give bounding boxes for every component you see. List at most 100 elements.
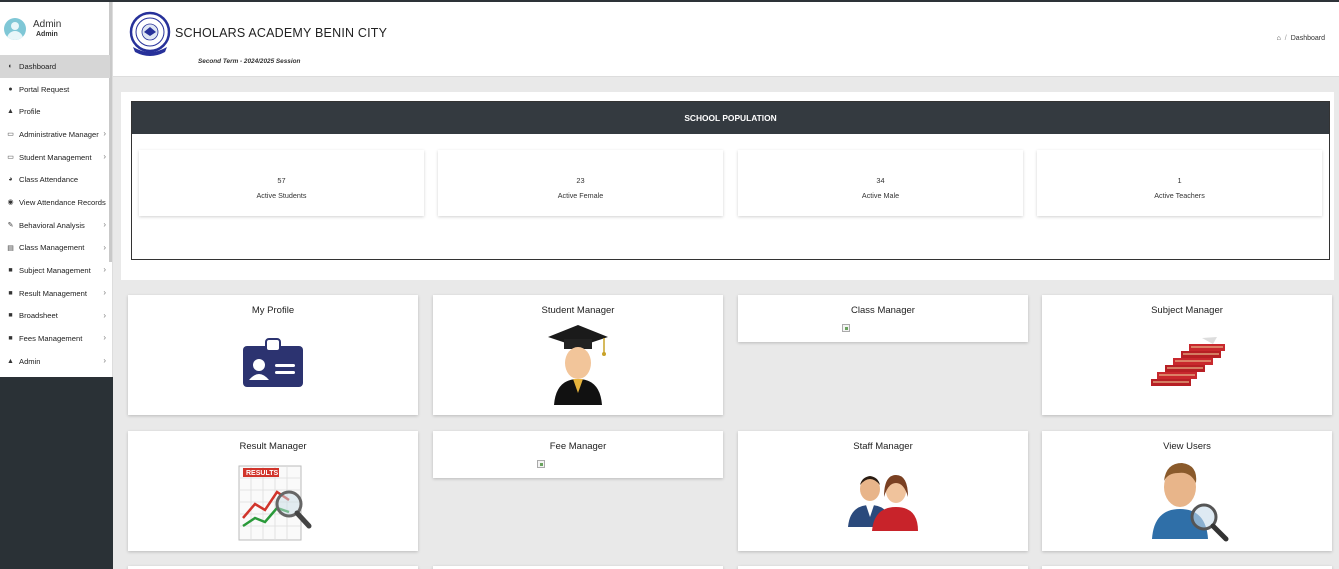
book-icon: ■ — [8, 335, 13, 343]
user-role: Admin — [36, 31, 58, 38]
file-icon: ■ — [8, 267, 13, 275]
user-icon: ▲ — [7, 357, 14, 365]
sidebar-item-label: View Attendance Records — [19, 197, 106, 207]
sidebar-item-portal-request[interactable]: ● Portal Request — [0, 78, 110, 101]
stat-card: 23 Active Female — [438, 150, 723, 216]
broken-image-icon — [842, 324, 850, 332]
pie-chart-icon: ◕ — [8, 176, 13, 184]
card-subject-manager[interactable]: Subject Manager — [1042, 295, 1332, 415]
sidebar-item-admin[interactable]: ▲ Admin › — [0, 350, 110, 373]
chat-icon: ● — [8, 85, 13, 93]
broken-image-icon — [537, 460, 545, 468]
results-chart-icon: RESULTS — [238, 465, 312, 541]
school-name: SCHOLARS ACADEMY BENIN CITY — [175, 26, 388, 40]
laptop-icon: ▭ — [7, 131, 14, 139]
chevron-right-icon: › — [103, 265, 106, 275]
sidebar-item-label: Fees Management — [19, 334, 83, 344]
sidebar-item-label: Class Attendance — [19, 175, 79, 185]
card-title: Class Manager — [851, 305, 915, 316]
stat-label: Active Students — [256, 191, 307, 200]
card-title: Student Manager — [541, 305, 615, 316]
sidebar-item-label: Profile — [19, 107, 41, 117]
books-icon — [1151, 337, 1225, 386]
card-result-manager[interactable]: Result Manager RESULTS — [128, 431, 418, 551]
sidebar-item-label: Portal Request — [19, 84, 70, 94]
chevron-right-icon: › — [103, 242, 106, 252]
population-panel: SCHOOL POPULATION 57 Active Students 23 … — [131, 101, 1330, 260]
chevron-right-icon: › — [103, 151, 106, 161]
sidebar-item-broadsheet[interactable]: ■ Broadsheet › — [0, 305, 110, 328]
card-title: Fee Manager — [549, 441, 607, 452]
card-student-manager[interactable]: Student Manager — [433, 295, 723, 415]
home-icon[interactable]: ⌂ — [1277, 35, 1281, 42]
card-title: Result Manager — [239, 441, 307, 452]
sidebar-item-label: Behavioral Analysis — [19, 220, 85, 230]
sidebar-item-class-management[interactable]: ▤ Class Management › — [0, 237, 110, 260]
book-icon: ■ — [8, 312, 13, 320]
avatar — [4, 18, 26, 40]
sidebar-item-view-attendance-records[interactable]: ◉ View Attendance Records — [0, 191, 110, 214]
laptop-icon: ▭ — [7, 154, 14, 162]
breadcrumb: ⌂ / Dashboard — [1277, 35, 1325, 42]
stat-value: 34 — [876, 176, 885, 185]
graduate-icon — [548, 325, 608, 405]
breadcrumb-separator: / — [1284, 35, 1287, 42]
sidebar-item-student-management[interactable]: ▭ Student Management › — [0, 146, 110, 169]
sidebar-item-label: Student Management — [19, 152, 92, 162]
chevron-right-icon: › — [103, 355, 106, 365]
sidebar-item-label: Result Management — [19, 288, 87, 298]
stat-label: Active Female — [557, 191, 604, 200]
population-title: SCHOOL POPULATION — [132, 102, 1329, 134]
user-icon: ▲ — [7, 108, 14, 116]
sidebar-item-class-attendance[interactable]: ◕ Class Attendance — [0, 168, 110, 191]
stat-value: 57 — [277, 176, 286, 185]
stat-value: 1 — [1177, 176, 1182, 185]
sidebar-item-dashboard[interactable]: ◐ Dashboard — [0, 55, 110, 78]
population-section: SCHOOL POPULATION 57 Active Students 23 … — [121, 92, 1334, 280]
chevron-right-icon: › — [103, 219, 106, 229]
user-search-icon — [1152, 463, 1229, 542]
user-name: Admin — [33, 19, 62, 30]
sidebar-item-fees-management[interactable]: ■ Fees Management › — [0, 327, 110, 350]
stat-card: 34 Active Male — [738, 150, 1023, 216]
chevron-right-icon: › — [103, 333, 106, 343]
dashboard-icon: ◐ — [8, 62, 13, 70]
chevron-right-icon: › — [103, 310, 106, 320]
card-title: Staff Manager — [853, 441, 913, 452]
sidebar-item-subject-management[interactable]: ■ Subject Management › — [0, 259, 110, 282]
card-title: Subject Manager — [1151, 305, 1223, 316]
sidebar-item-label: Class Management — [19, 243, 85, 253]
table-icon: ▤ — [7, 244, 14, 252]
edit-icon: ✎ — [7, 222, 14, 230]
user-block[interactable]: Admin Admin — [0, 2, 110, 54]
sidebar-nav: ◐ Dashboard ● Portal Request ▲ Profile ▭ Admini… — [0, 55, 110, 373]
stat-label: Active Male — [861, 191, 900, 200]
school-logo-icon — [129, 11, 171, 56]
card-class-manager[interactable]: Class Manager — [738, 295, 1028, 342]
stat-card: 1 Active Teachers — [1037, 150, 1322, 216]
sidebar-item-profile[interactable]: ▲ Profile — [0, 100, 110, 123]
card-title: My Profile — [251, 305, 295, 316]
card-view-users[interactable]: View Users — [1042, 431, 1332, 551]
card-my-profile[interactable]: My Profile — [128, 295, 418, 415]
breadcrumb-current: Dashboard — [1290, 35, 1325, 42]
card-staff-manager[interactable]: Staff Manager — [738, 431, 1028, 551]
sidebar-panel: Admin Admin ◐ Dashboard ● Portal Request ▲ Pr… — [0, 2, 113, 377]
svg-text:RESULTS: RESULTS — [246, 470, 278, 477]
book-icon: ■ — [8, 289, 13, 297]
card-fee-manager[interactable]: Fee Manager — [433, 431, 723, 478]
term-session: Second Term - 2024/2025 Session — [198, 58, 301, 65]
sidebar-item-behavioral-analysis[interactable]: ✎ Behavioral Analysis › — [0, 214, 110, 237]
sidebar-item-label: Dashboard — [19, 61, 57, 71]
sidebar-item-label: Subject Management — [19, 266, 91, 276]
staff-icon — [848, 475, 918, 531]
chevron-right-icon: › — [103, 287, 106, 297]
stat-value: 23 — [576, 176, 585, 185]
chevron-right-icon: › — [103, 129, 106, 139]
page-header: SCHOLARS ACADEMY BENIN CITY Second Term … — [113, 2, 1339, 77]
sidebar-item-administrative-manager[interactable]: ▭ Administrative Manager › — [0, 123, 110, 146]
sidebar-item-label: Broadsheet — [19, 311, 58, 321]
sidebar-item-result-management[interactable]: ■ Result Management › — [0, 282, 110, 305]
sidebar: Admin Admin ◐ Dashboard ● Portal Request ▲ Pr… — [0, 2, 113, 569]
stat-card: 57 Active Students — [139, 150, 424, 216]
